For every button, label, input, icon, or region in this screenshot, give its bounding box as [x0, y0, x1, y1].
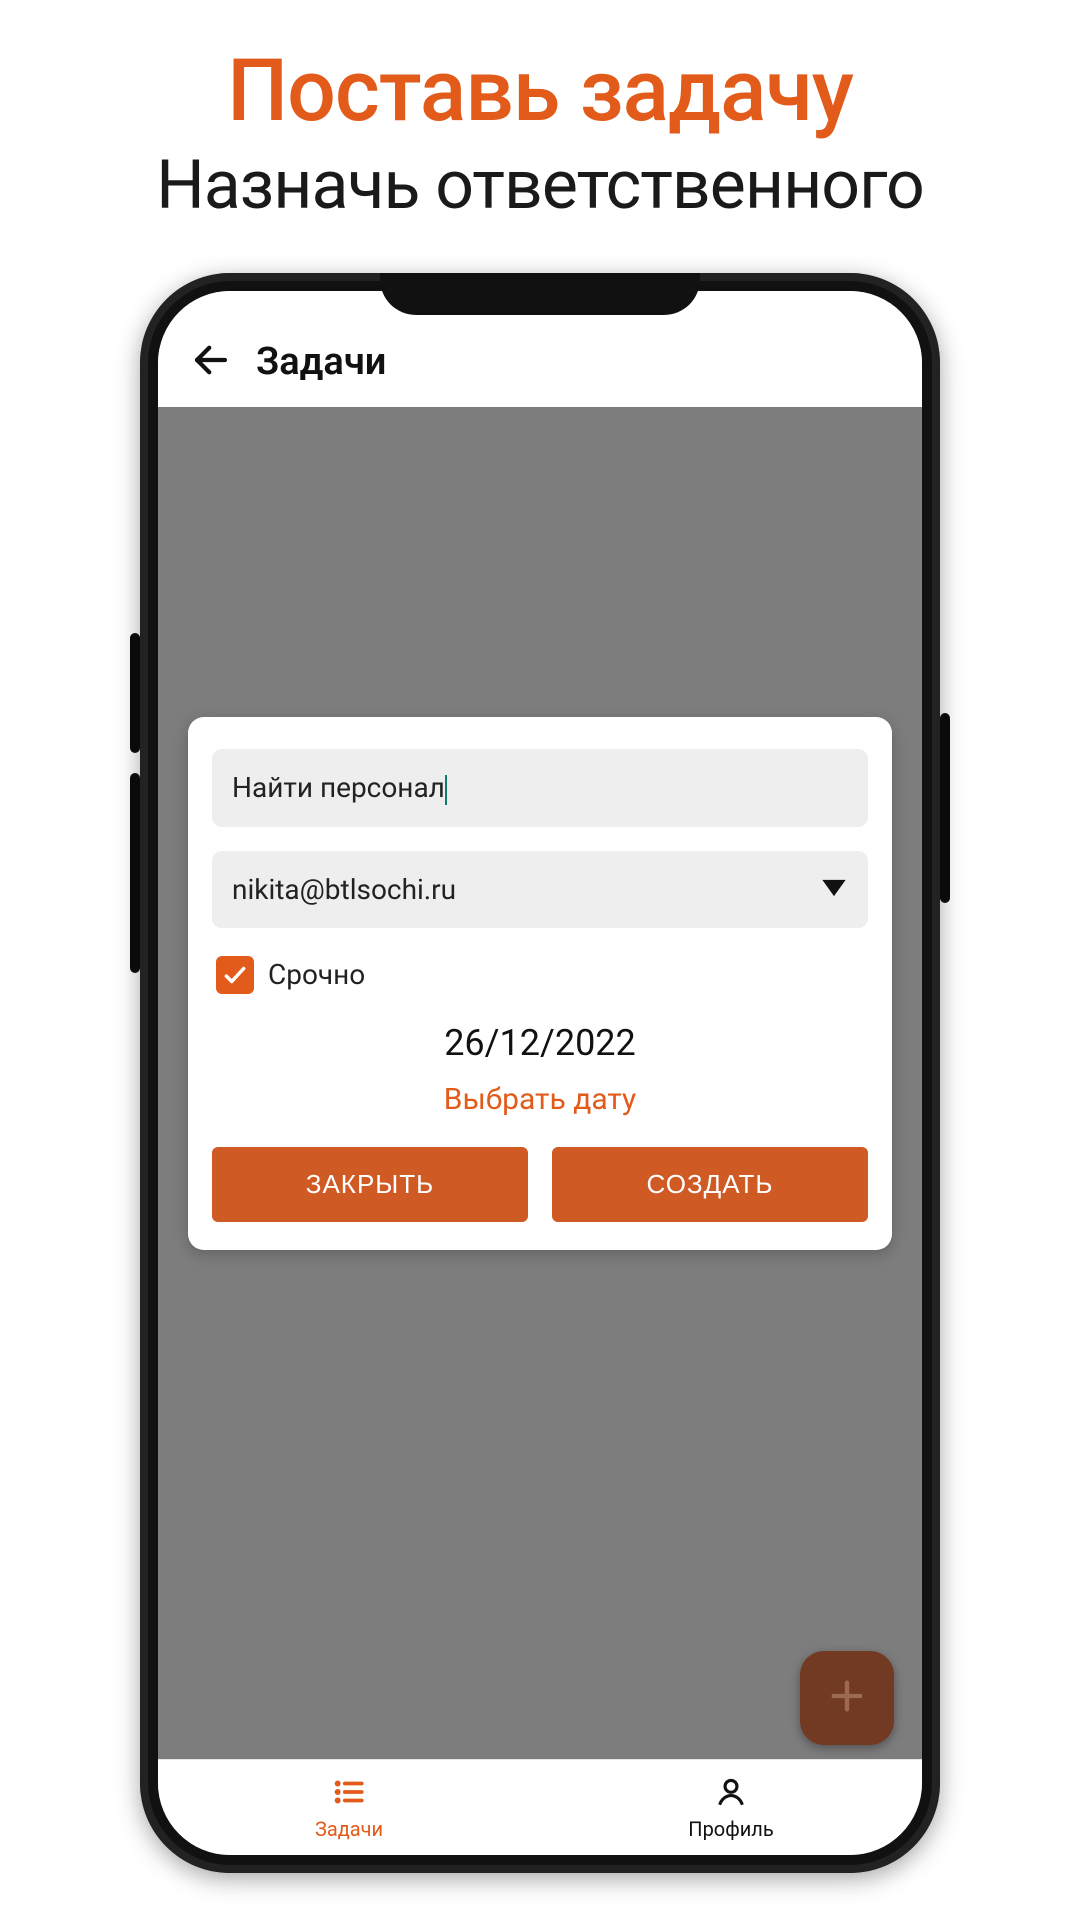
create-button[interactable]: СОЗДАТЬ — [552, 1147, 868, 1222]
promo-subtitle: Назначь ответственного — [156, 145, 924, 225]
phone-side-button — [130, 773, 140, 973]
chevron-down-icon — [820, 873, 848, 906]
create-task-dialog: Найти персонал nikita@btlsochi.ru Срочно — [188, 717, 892, 1250]
task-name-value: Найти персонал — [232, 771, 445, 804]
text-cursor — [445, 775, 447, 805]
urgent-checkbox[interactable] — [216, 956, 254, 994]
dialog-button-row: ЗАКРЫТЬ СОЗДАТЬ — [212, 1147, 868, 1222]
selected-date: 26/12/2022 — [212, 1022, 868, 1064]
phone-notch — [380, 273, 700, 315]
page-title: Задачи — [256, 340, 386, 384]
task-name-input[interactable]: Найти персонал — [212, 749, 868, 827]
phone-side-button — [130, 633, 140, 753]
assignee-select[interactable]: nikita@btlsochi.ru — [212, 851, 868, 928]
nav-tasks-label: Задачи — [315, 1817, 383, 1841]
nav-profile[interactable]: Профиль — [540, 1760, 922, 1855]
nav-profile-label: Профиль — [688, 1817, 773, 1841]
urgent-label: Срочно — [268, 958, 365, 991]
pick-date-link[interactable]: Выбрать дату — [212, 1082, 868, 1117]
profile-icon — [714, 1775, 748, 1813]
add-fab[interactable] — [800, 1651, 894, 1745]
content-overlay: Найти персонал nikita@btlsochi.ru Срочно — [158, 407, 922, 1855]
list-icon — [332, 1775, 366, 1813]
assignee-value: nikita@btlsochi.ru — [232, 873, 456, 906]
plus-icon — [827, 1676, 867, 1720]
phone-frame: Задачи Найти персонал nikita@btlsochi.ru — [140, 273, 940, 1873]
nav-tasks[interactable]: Задачи — [158, 1760, 540, 1855]
promo-title: Поставь задачу — [227, 40, 853, 141]
bottom-navigation: Задачи Профиль — [158, 1759, 922, 1855]
phone-side-button — [940, 713, 950, 903]
back-arrow-icon[interactable] — [190, 339, 232, 385]
urgent-checkbox-row[interactable]: Срочно — [212, 956, 868, 994]
app-screen: Задачи Найти персонал nikita@btlsochi.ru — [158, 291, 922, 1855]
close-button[interactable]: ЗАКРЫТЬ — [212, 1147, 528, 1222]
